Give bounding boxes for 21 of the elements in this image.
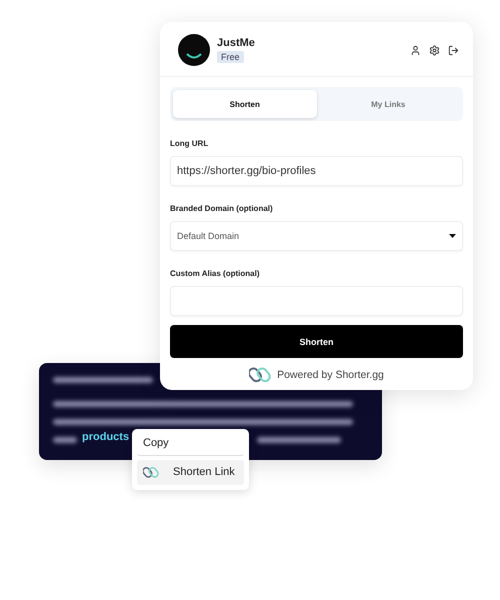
input-field[interactable]: https://shorter.gg/bio-profiles	[170, 156, 463, 186]
link-icon	[143, 466, 159, 479]
menu-item[interactable]: Copy	[137, 433, 244, 456]
user-name: JustMe	[217, 37, 255, 49]
caret-icon	[449, 234, 456, 238]
field-label: Custom Alias (optional)	[170, 269, 260, 278]
footer-text: Powered by Shorter.gg	[277, 368, 384, 381]
settings-icon[interactable]	[429, 44, 440, 56]
field-label: Long URL	[170, 139, 210, 148]
field-label: Branded Domain (optional)	[170, 204, 274, 213]
plan-badge: Free	[217, 51, 244, 63]
avatar-icon	[178, 34, 210, 66]
logout-icon[interactable]	[448, 44, 459, 56]
menu-item[interactable]: Shorten Link	[137, 460, 244, 485]
tab[interactable]: My Links	[316, 90, 460, 118]
highlighted-word: products	[82, 431, 130, 443]
tab[interactable]: Shorten	[173, 90, 316, 118]
link-icon	[249, 366, 272, 384]
profile-icon[interactable]	[410, 44, 421, 56]
shorten-button[interactable]: Shorten	[170, 325, 463, 358]
domain-select[interactable]: Default Domain	[170, 221, 463, 251]
